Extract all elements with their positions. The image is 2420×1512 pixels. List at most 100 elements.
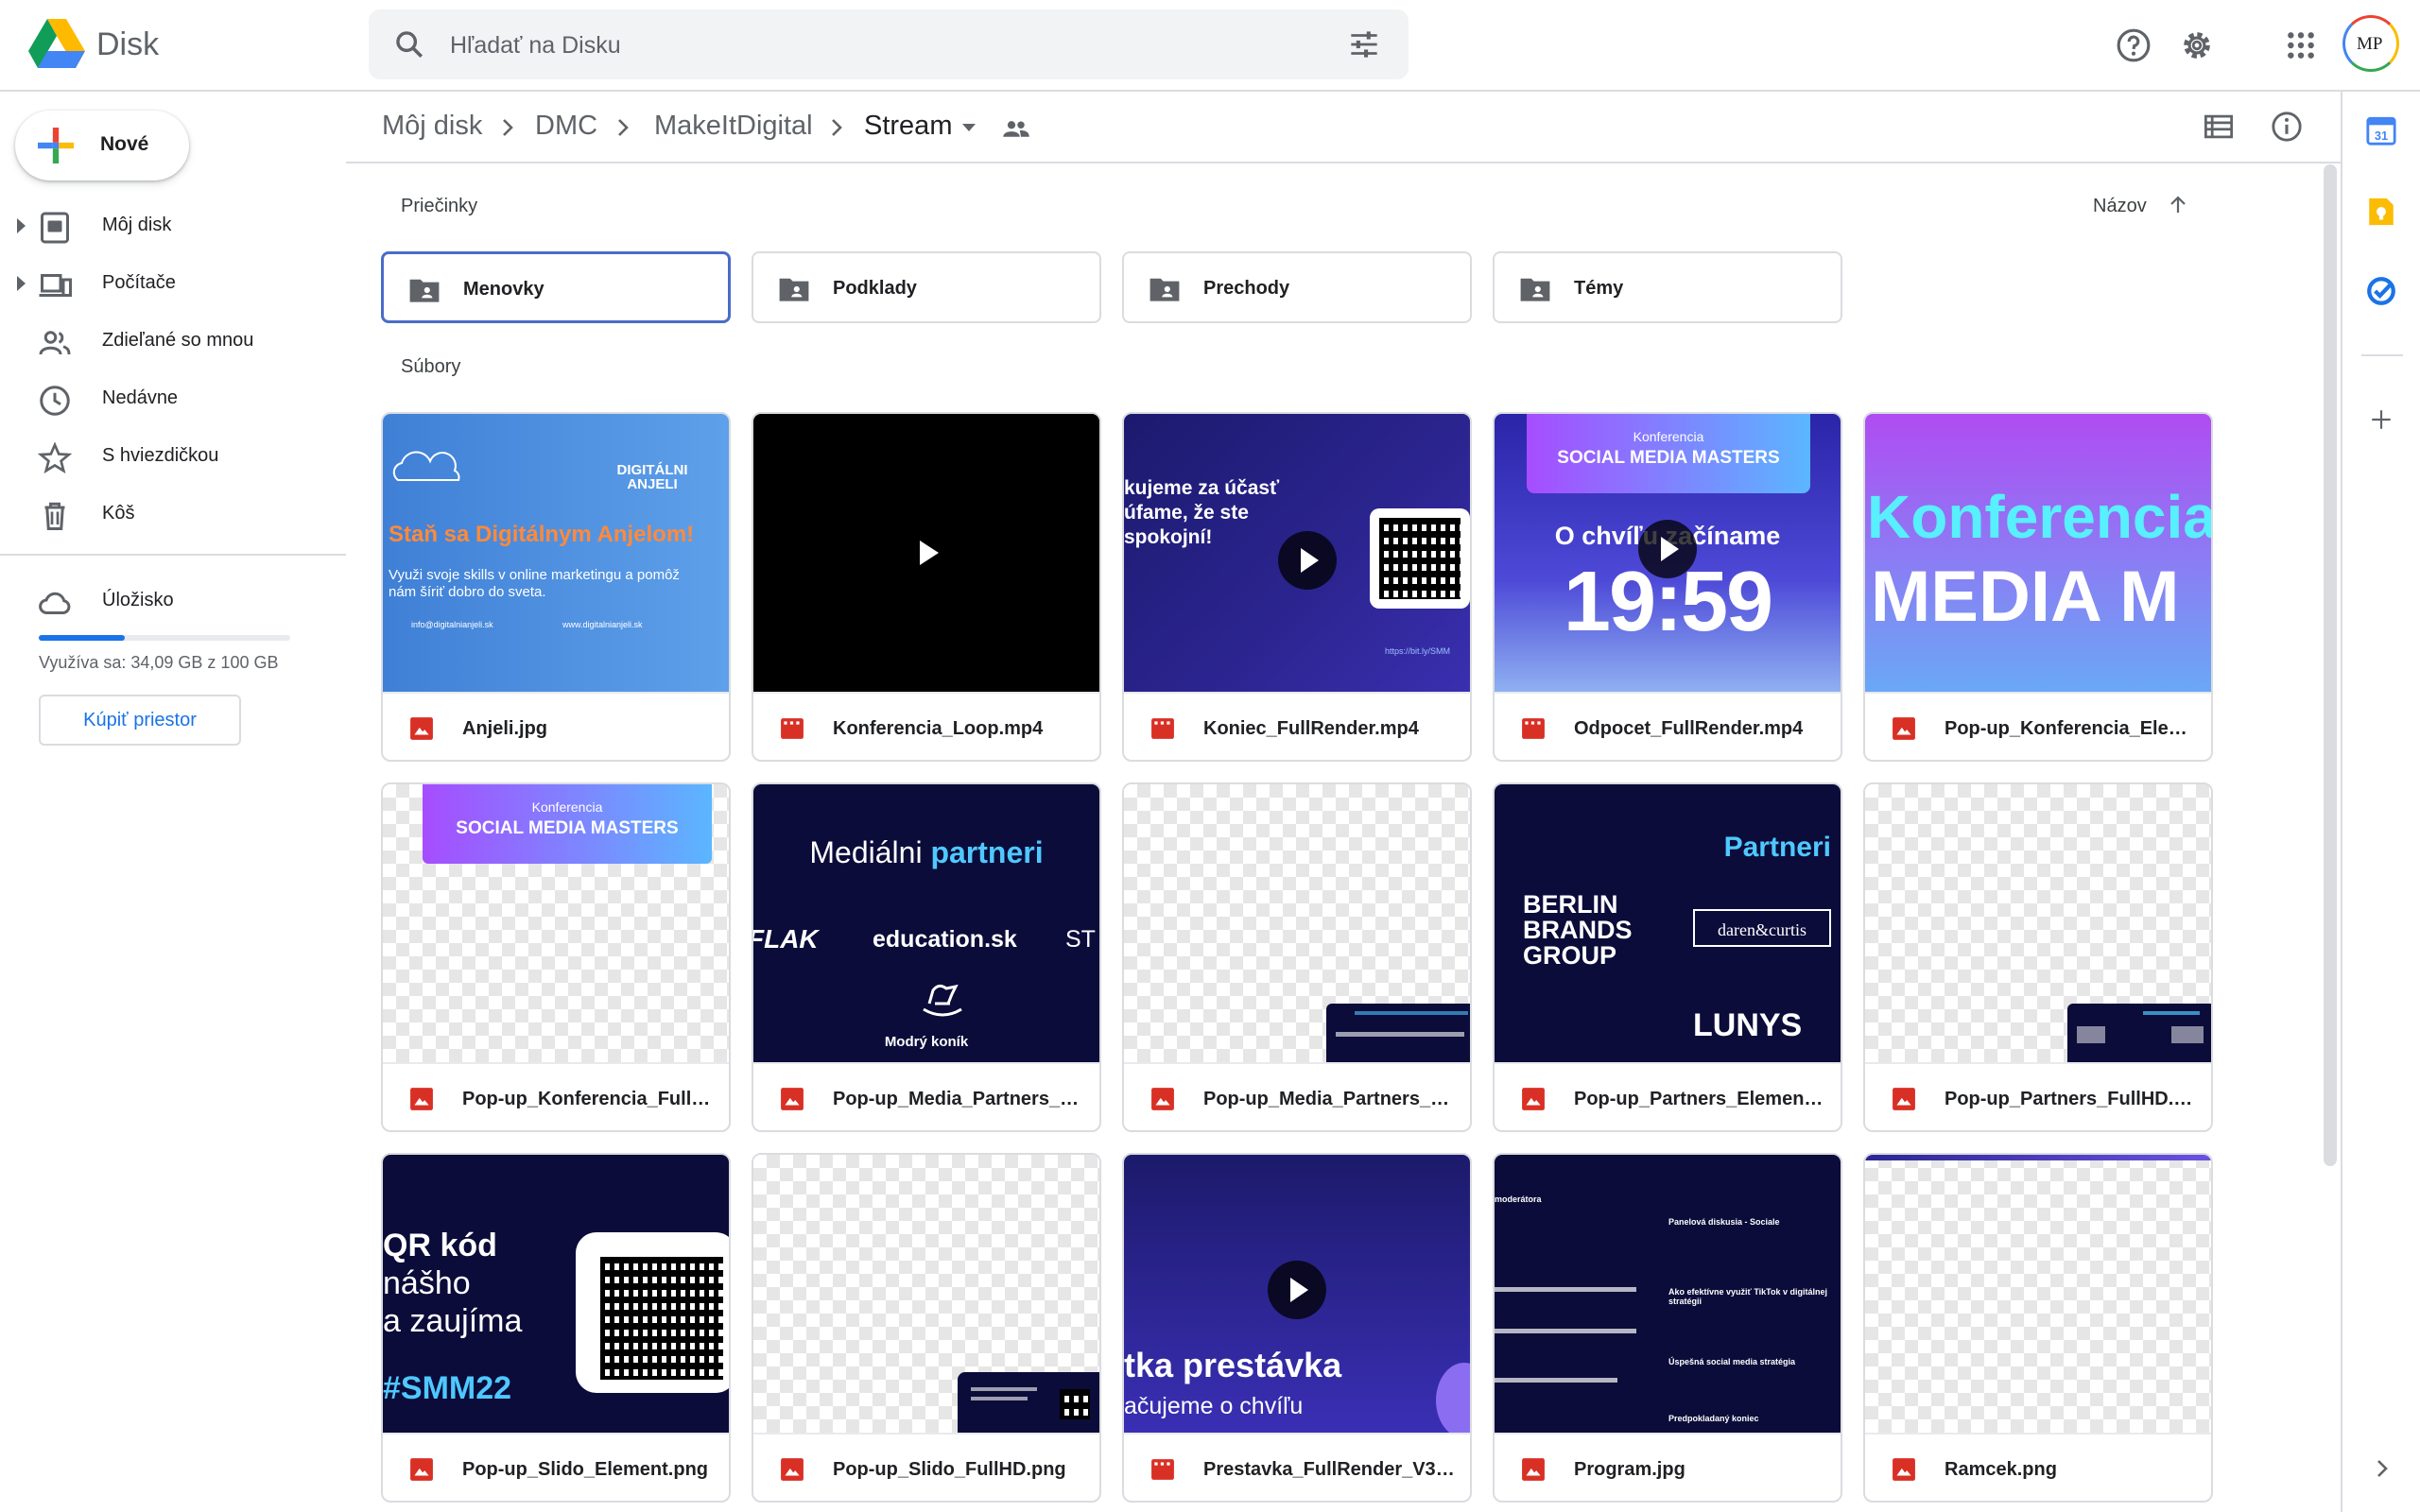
thumb-email: info@digitalnianjeli.sk — [411, 620, 493, 629]
file-thumbnail: QR kód nášho a zaujíma #SMM22 — [383, 1155, 729, 1433]
breadcrumb-current[interactable]: Stream — [864, 111, 952, 142]
search-input[interactable]: Hľadať na Disku — [450, 32, 621, 60]
image-file-icon — [410, 1088, 433, 1110]
sidebar-item-label: Môj disk — [102, 215, 172, 235]
breadcrumb-item[interactable]: MakeItDigital — [654, 111, 813, 142]
tasks-icon[interactable] — [2365, 275, 2397, 307]
search-options-icon[interactable] — [1348, 30, 1380, 59]
add-addon-plus-icon[interactable] — [2369, 407, 2394, 432]
help-icon[interactable] — [2116, 27, 2152, 63]
scrollbar-thumb[interactable] — [2324, 164, 2337, 1166]
sidebar-item-starred[interactable]: S hviezdičkou — [0, 430, 346, 483]
file-card[interactable]: Pop-up_Media_Partners_Ful... — [1122, 782, 1472, 1132]
search-icon[interactable] — [393, 28, 425, 60]
thumb-l1: tka prestávka — [1124, 1346, 1342, 1384]
sidebar-item-my-drive[interactable]: Môj disk — [0, 199, 346, 252]
thumb-partner: BERLIN BRANDS GROUP — [1523, 890, 1633, 970]
folder-card[interactable]: Podklady — [752, 251, 1101, 323]
file-card[interactable]: Konferencia MEDIA M Pop-up_Konferencia_E… — [1863, 412, 2213, 762]
thumb-planet — [1436, 1363, 1470, 1433]
thumb-program-line — [1495, 1378, 1617, 1383]
file-name: Pop-up_Konferencia_Eleme... — [1945, 718, 2200, 739]
sort-by-name-button[interactable]: Názov — [2093, 196, 2147, 217]
thumb-title: SOCIAL MEDIA MASTERS — [1557, 448, 1780, 468]
file-card[interactable]: Konferencia_Loop.mp4 — [752, 412, 1101, 762]
file-name: Anjeli.jpg — [462, 718, 547, 739]
keep-icon[interactable] — [2365, 196, 2397, 228]
thumb-web: www.digitalnianjeli.sk — [562, 620, 643, 629]
sidebar-item-trash[interactable]: Kôš — [0, 488, 346, 541]
drive-logo-icon[interactable] — [28, 19, 85, 68]
calendar-icon[interactable]: 31 — [2365, 114, 2397, 146]
expand-arrow-icon[interactable] — [17, 276, 26, 291]
expand-panel-chevron-icon[interactable] — [2373, 1456, 2392, 1481]
file-card-footer: Program.jpg — [1495, 1433, 1841, 1501]
file-card[interactable]: tka prestávka ačujeme o chvíľu Prestavka… — [1122, 1153, 1472, 1503]
file-card[interactable]: Ramcek.png — [1863, 1153, 2213, 1503]
thumb-partner: daren&curtis — [1718, 920, 1806, 939]
star-icon — [38, 441, 72, 474]
arrow-up-icon[interactable] — [2167, 194, 2189, 216]
breadcrumb-item[interactable]: Môj disk — [382, 111, 482, 142]
file-card[interactable]: kujeme za účasť úfame, že ste spokojní! … — [1122, 412, 1472, 762]
info-icon[interactable] — [2271, 111, 2303, 143]
file-name: Pop-up_Slido_Element.png — [462, 1459, 709, 1480]
play-button[interactable] — [1268, 1261, 1326, 1319]
thumb-program-item: moderátora — [1495, 1194, 1542, 1204]
search-bar[interactable]: Hľadať na Disku — [369, 9, 1409, 79]
thumb-partner: Modrý koník — [884, 1034, 969, 1050]
file-card[interactable]: Konferencia SOCIAL MEDIA MASTERS O chvíľ… — [1493, 412, 1842, 762]
file-card[interactable]: Pop-up_Partners_FullHD.png — [1863, 782, 2213, 1132]
play-icon[interactable] — [918, 539, 941, 567]
file-card[interactable]: QR kód nášho a zaujíma #SMM22 Pop-up_Sli… — [381, 1153, 731, 1503]
folder-card[interactable]: Menovky — [381, 251, 731, 323]
sidebar-divider — [0, 554, 346, 556]
storage-label: Úložisko — [102, 590, 174, 610]
image-file-icon — [1151, 1088, 1174, 1110]
list-view-icon[interactable] — [2203, 112, 2235, 141]
file-thumbnail: Mediálni partneri FLAK education.sk ST M… — [753, 784, 1099, 1062]
folder-card[interactable]: Prechody — [1122, 251, 1472, 323]
file-card-footer: Ramcek.png — [1865, 1433, 2211, 1501]
sidebar-item-recent[interactable]: Nedávne — [0, 372, 346, 425]
chevron-right-icon — [832, 119, 842, 136]
thumb-program-line — [1495, 1287, 1636, 1292]
account-avatar[interactable]: MP — [2342, 15, 2399, 72]
file-card-footer: Pop-up_Partners_Element.p... — [1495, 1062, 1841, 1130]
play-button[interactable] — [1638, 520, 1697, 578]
buy-storage-button[interactable]: Kúpiť priestor — [39, 695, 241, 746]
breadcrumb-item[interactable]: DMC — [535, 111, 597, 142]
file-card[interactable]: Konferencia SOCIAL MEDIA MASTERS Pop-up_… — [381, 782, 731, 1132]
expand-arrow-icon[interactable] — [17, 218, 26, 233]
thumb-partner: ST — [1065, 926, 1096, 953]
folder-card[interactable]: Témy — [1493, 251, 1842, 323]
file-card[interactable]: Pop-up_Slido_FullHD.png — [752, 1153, 1101, 1503]
file-card-footer: Prestavka_FullRender_V3.m... — [1124, 1433, 1470, 1501]
apps-grid-icon[interactable] — [2286, 30, 2316, 60]
image-file-icon — [410, 1458, 433, 1481]
file-card[interactable]: Partneri BERLIN BRANDS GROUP daren&curti… — [1493, 782, 1842, 1132]
caret-down-icon[interactable] — [960, 122, 977, 133]
thumb-program-item: Predpokladaný koniec — [1668, 1414, 1759, 1423]
sidebar-item-shared[interactable]: Zdieľané so mnou — [0, 315, 346, 368]
settings-gear-icon[interactable] — [2179, 27, 2215, 63]
new-button[interactable]: Nové — [15, 111, 189, 180]
sidebar-item-storage[interactable]: Úložisko — [0, 575, 346, 627]
file-card[interactable]: Mediálni partneri FLAK education.sk ST M… — [752, 782, 1101, 1132]
file-card[interactable]: DIGITÁLNI ANJELI Staň sa Digitálnym Anje… — [381, 412, 731, 762]
play-button[interactable] — [1278, 531, 1337, 590]
app-name[interactable]: Disk — [96, 26, 159, 63]
sidebar-item-computers[interactable]: Počítače — [0, 257, 346, 310]
shared-folder-people-icon[interactable] — [1002, 116, 1030, 141]
file-thumbnail — [1124, 784, 1470, 1062]
thumb-frame-edge — [1865, 1155, 2211, 1160]
file-card[interactable]: moderátora Panelová diskusia - Sociale A… — [1493, 1153, 1842, 1503]
thumb-line: a zaujíma — [383, 1303, 523, 1339]
thumb-body: Využi svoje skills v online marketingu a… — [389, 567, 680, 600]
avatar-initials: MP — [2357, 34, 2383, 54]
image-file-icon — [1893, 717, 1915, 740]
image-file-icon — [410, 717, 433, 740]
file-thumbnail — [753, 414, 1099, 692]
qr-code-icon — [600, 1257, 723, 1380]
thumb-l2: ačujeme o chvíľu — [1124, 1393, 1304, 1419]
